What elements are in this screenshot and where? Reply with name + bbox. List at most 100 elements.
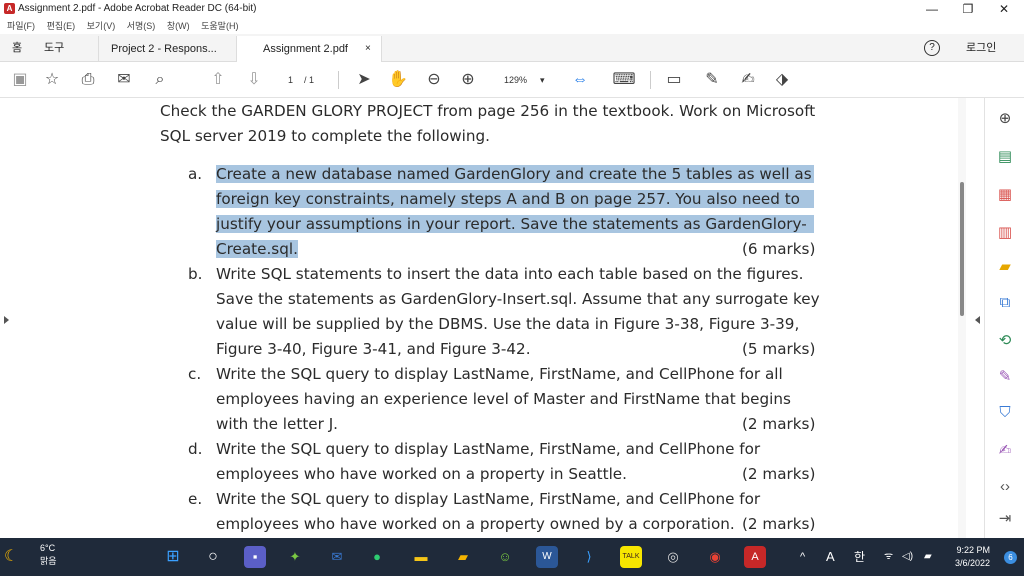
game-app-icon[interactable]: ☺: [494, 546, 516, 568]
keyboard-icon[interactable]: ⌨: [612, 70, 636, 90]
zoom-in-icon[interactable]: ⊕: [458, 70, 478, 90]
search-icon[interactable]: ○: [202, 546, 224, 568]
close-window-button[interactable]: ✕: [986, 0, 1022, 18]
tab-label: Assignment 2.pdf: [263, 43, 348, 55]
page-total: / 1: [304, 75, 315, 85]
zoom-tool-icon[interactable]: ⊕: [993, 108, 1017, 130]
marks-label: (6 marks): [742, 240, 816, 258]
item-letter: b.: [188, 265, 203, 283]
weather-temp: 6°C: [40, 543, 56, 553]
zoom-out-icon[interactable]: ⊖: [424, 70, 444, 90]
battery-icon[interactable]: ▰: [924, 538, 932, 576]
highlight-pen-icon[interactable]: ✎: [702, 70, 722, 90]
media-app-icon[interactable]: ◎: [662, 546, 684, 568]
compress-icon[interactable]: ⟲: [993, 330, 1017, 352]
menu-window[interactable]: 창(W): [167, 18, 190, 34]
marks-label: (5 marks): [742, 340, 816, 358]
tab-doc-assignment2[interactable]: Assignment 2.pdf ×: [236, 36, 382, 62]
vscode-icon[interactable]: ⟩: [578, 546, 600, 568]
file-explorer-icon[interactable]: ▬: [410, 546, 432, 568]
item-letter: e.: [188, 490, 203, 508]
tab-tools[interactable]: 도구: [44, 34, 64, 62]
search-icon[interactable]: ⌕: [150, 70, 170, 90]
weather-widget[interactable]: 6°C 맑음: [40, 542, 57, 568]
create-pdf-icon[interactable]: ▤: [993, 146, 1017, 168]
acrobat-taskbar-icon[interactable]: A: [744, 546, 766, 568]
expand-right-panel-icon[interactable]: [975, 316, 980, 324]
mail-icon[interactable]: ✉: [326, 546, 348, 568]
kakaotalk-icon[interactable]: TALK: [620, 546, 642, 568]
minimize-button[interactable]: —: [914, 0, 950, 18]
fill-sign-icon[interactable]: ✎: [993, 366, 1017, 388]
collapse-panel-icon[interactable]: ⇥: [993, 508, 1017, 530]
maximize-button[interactable]: ❐: [950, 0, 986, 18]
comment-tool-icon[interactable]: ▰: [993, 256, 1017, 278]
send-sign-icon[interactable]: ✍: [993, 440, 1017, 462]
protect-icon[interactable]: ⛉: [993, 402, 1017, 424]
wifi-icon[interactable]: ᯤ: [884, 538, 893, 576]
expand-tools-icon[interactable]: ‹›: [993, 476, 1017, 498]
share-icon[interactable]: ⬗: [772, 70, 792, 90]
windows-start-icon[interactable]: ⊞: [162, 546, 184, 568]
item-text: Figure 3-40, Figure 3-41, and Figure 3-4…: [216, 340, 531, 358]
comment-icon[interactable]: ▭: [664, 70, 684, 90]
menu-help[interactable]: 도움말(H): [201, 18, 238, 34]
login-link[interactable]: 로그인: [966, 34, 996, 62]
highlighted-text: foreign key constraints, namely steps A …: [216, 190, 814, 208]
next-page-icon[interactable]: ⇩: [244, 70, 264, 90]
scrollbar-thumb[interactable]: [960, 182, 964, 316]
sign-icon[interactable]: ✍: [738, 70, 758, 90]
highlighted-text: Create a new database named GardenGlory …: [216, 165, 814, 183]
page-current-input[interactable]: 1: [288, 71, 293, 89]
document-view[interactable]: Check the GARDEN GLORY PROJECT from page…: [0, 98, 958, 538]
volume-icon[interactable]: ◁): [902, 538, 913, 576]
word-icon[interactable]: W: [536, 546, 558, 568]
menu-view[interactable]: 보기(V): [87, 18, 116, 34]
weather-icon[interactable]: ☾: [4, 546, 18, 566]
marks-label: (2 marks): [742, 465, 816, 483]
intro-text: SQL server 2019 to complete the followin…: [160, 127, 490, 145]
email-icon[interactable]: ✉: [114, 70, 134, 90]
highlighted-text: Create.sql.: [216, 240, 298, 258]
collapse-left-panel-icon[interactable]: [4, 316, 9, 324]
select-cursor-icon[interactable]: ➤: [354, 70, 374, 90]
teams-chat-icon[interactable]: ▪: [244, 546, 266, 568]
close-tab-icon[interactable]: ×: [365, 36, 371, 62]
menu-sign[interactable]: 서명(S): [127, 18, 156, 34]
item-text: value will be supplied by the DBMS. Use …: [216, 315, 800, 333]
chrome-icon[interactable]: ◉: [704, 546, 726, 568]
item-text: Write the SQL query to display LastName,…: [216, 440, 761, 458]
bird-app-icon[interactable]: ✦: [284, 546, 306, 568]
zoom-dropdown[interactable]: 129% ▾: [496, 71, 552, 89]
export-pdf-icon[interactable]: ▥: [993, 222, 1017, 244]
notification-badge[interactable]: 6: [1004, 551, 1017, 564]
previous-page-icon[interactable]: ⇧: [208, 70, 228, 90]
taskbar: ☾ 6°C 맑음 ⊞ ○ ▪ ✦ ✉ ● ▬ ▰ ☺ W ⟩ TALK ◎ ◉ …: [0, 538, 1024, 576]
item-text: employees who have worked on a property …: [216, 465, 627, 483]
help-icon[interactable]: ?: [924, 40, 940, 56]
item-text: with the letter J.: [216, 415, 338, 433]
dot-app-icon[interactable]: ●: [366, 546, 388, 568]
tray-overflow-icon[interactable]: ^: [800, 538, 805, 576]
tab-home[interactable]: 홈: [12, 34, 22, 62]
item-text: employees having an experience level of …: [216, 390, 791, 408]
ime-mode[interactable]: A: [826, 538, 835, 576]
menu-file[interactable]: 파일(F): [7, 18, 35, 34]
page-fit-icon[interactable]: ⇔: [568, 70, 592, 90]
sticky-notes-icon[interactable]: ▰: [452, 546, 474, 568]
tab-doc-project2[interactable]: Project 2 - Respons...: [98, 36, 236, 62]
vertical-scrollbar[interactable]: [958, 98, 966, 538]
bookmark-star-icon[interactable]: ☆: [42, 70, 62, 90]
print-icon[interactable]: ⎙: [78, 70, 98, 90]
clock-time: 9:22 PM: [956, 545, 990, 555]
menu-edit[interactable]: 편집(E): [47, 18, 76, 34]
toolbar: ▣ ☆ ⎙ ✉ ⌕ ⇧ ⇩ 1 / 1 ➤ ✋ ⊖ ⊕ 129% ▾ ⇔ ⌨ ▭…: [0, 62, 1024, 98]
window-title: Assignment 2.pdf - Adobe Acrobat Reader …: [18, 3, 257, 14]
clock[interactable]: 9:22 PM 3/6/2022: [946, 544, 990, 570]
combine-files-icon[interactable]: ⧉: [993, 292, 1017, 314]
ime-hangul[interactable]: 한: [854, 538, 865, 576]
save-icon[interactable]: ▣: [10, 70, 30, 90]
hand-tool-icon[interactable]: ✋: [388, 70, 408, 90]
page-indicator[interactable]: 1 / 1: [278, 71, 332, 89]
organize-pages-icon[interactable]: ▦: [993, 184, 1017, 206]
